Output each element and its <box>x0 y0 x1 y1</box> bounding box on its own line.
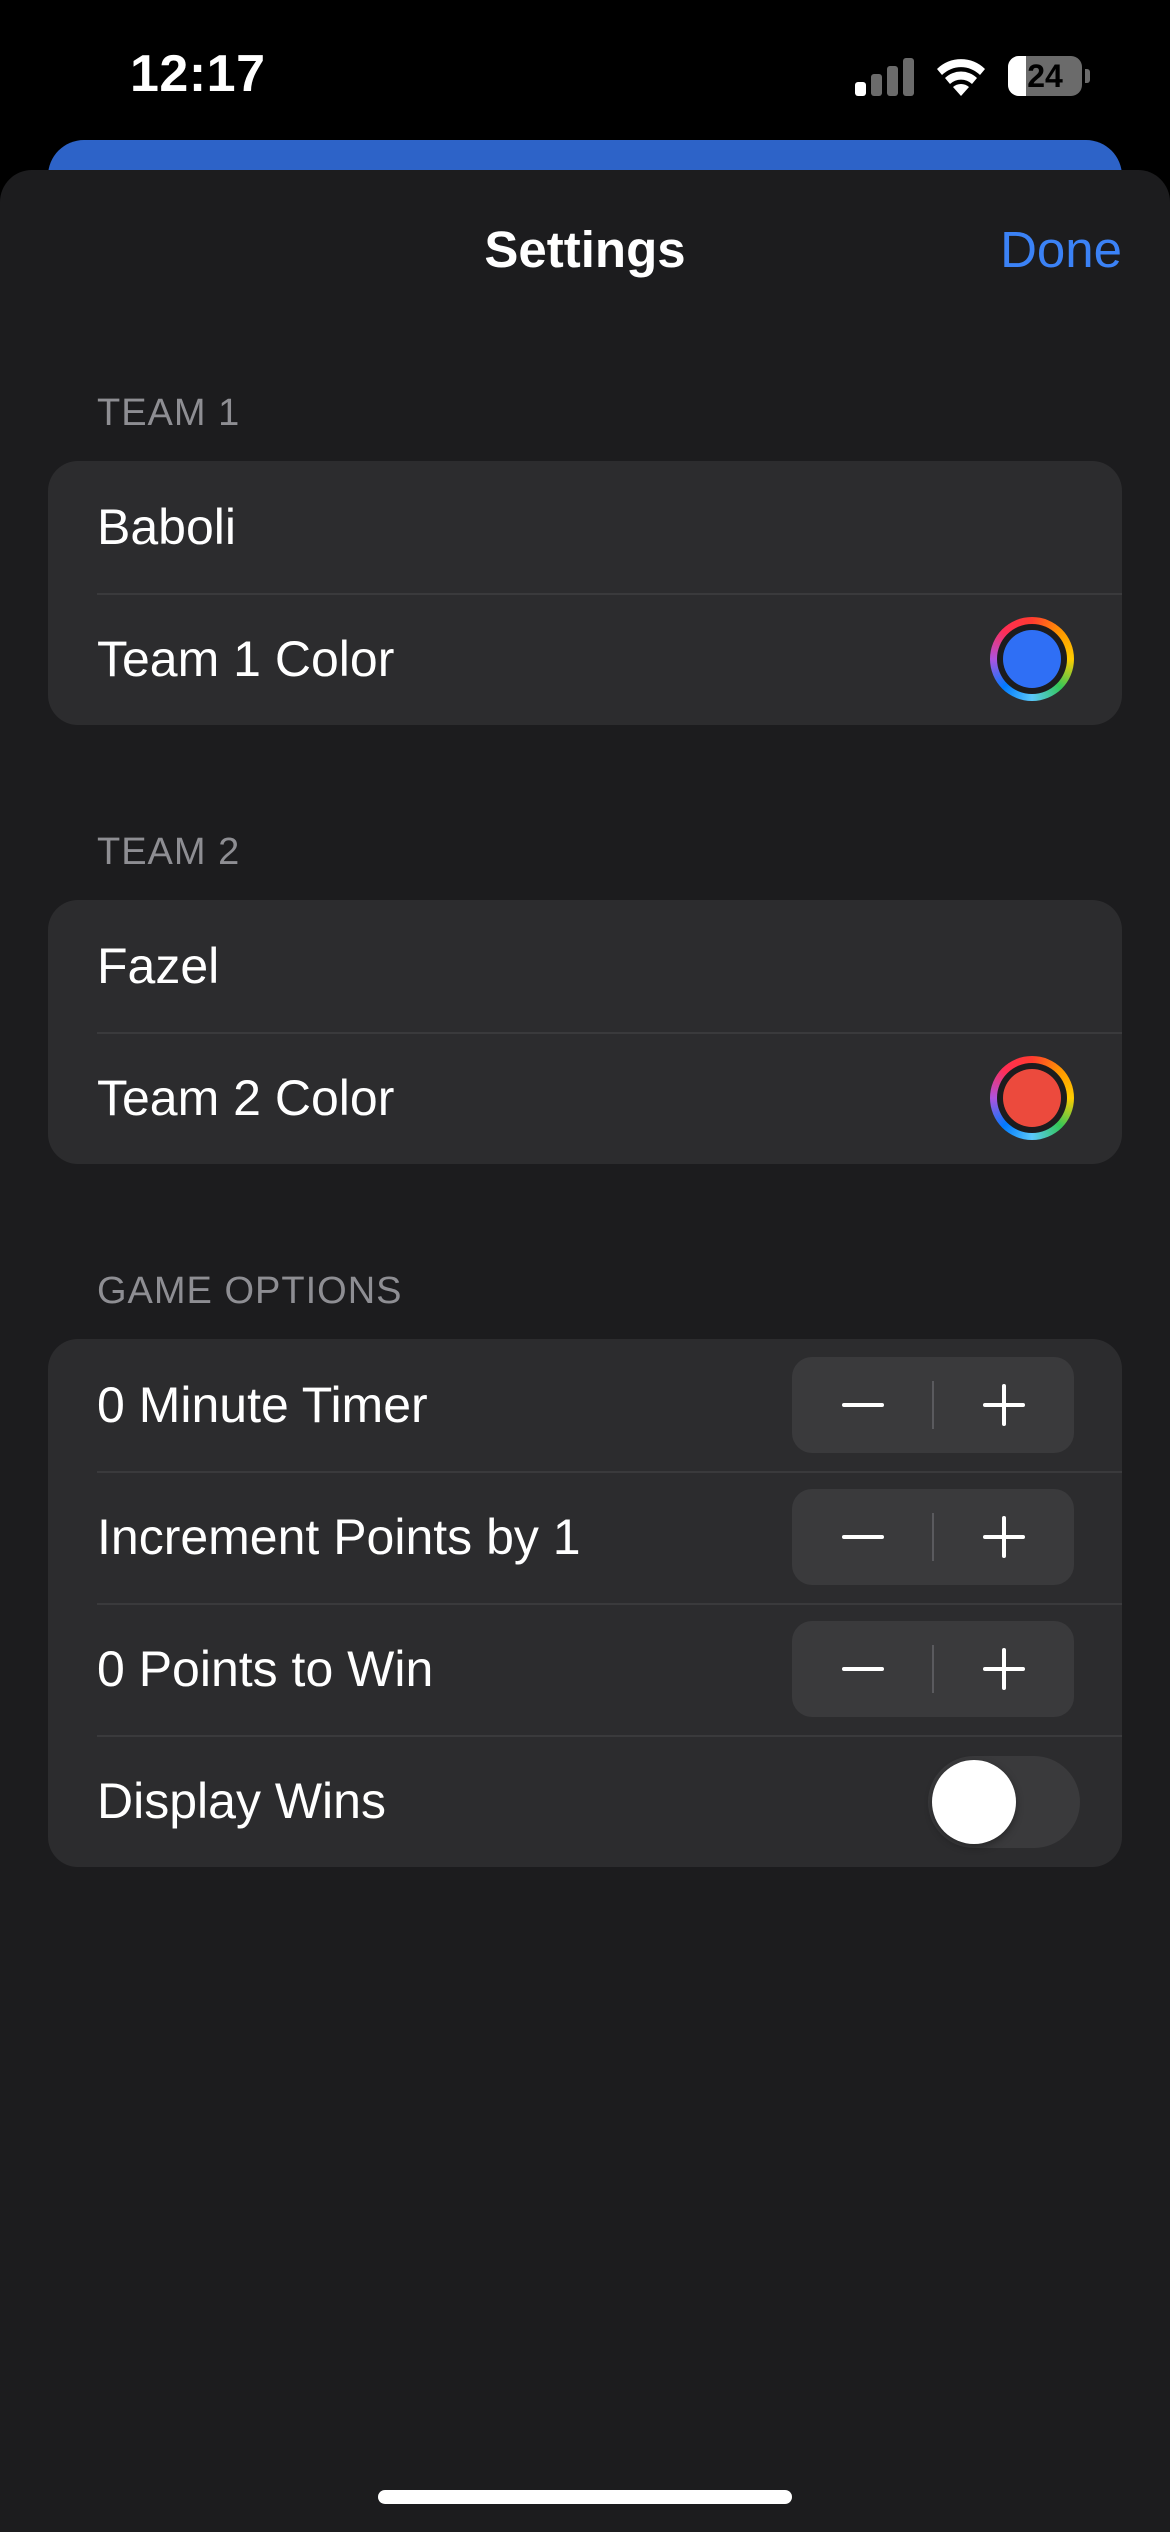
timer-decrement-button[interactable] <box>792 1357 933 1453</box>
timer-increment-button[interactable] <box>933 1357 1074 1453</box>
battery-level: 24 <box>1027 58 1063 94</box>
minus-icon <box>841 1667 884 1671</box>
points-to-win-label: 0 Points to Win <box>97 1641 434 1697</box>
team-2-color-swatch <box>1003 1069 1061 1127</box>
done-button[interactable]: Done <box>1000 220 1122 279</box>
team-2-name-field[interactable]: Fazel <box>97 900 219 1032</box>
display-wins-row: Display Wins <box>48 1735 1122 1867</box>
minus-icon <box>841 1403 884 1407</box>
screen: 12:17 24 Settings Done TEAM 1 Baboli Tea… <box>0 0 1170 2532</box>
team-1-name-row[interactable]: Baboli <box>48 461 1122 593</box>
timer-stepper[interactable] <box>792 1357 1074 1453</box>
wifi-icon <box>937 59 985 96</box>
increment-increment-button[interactable] <box>933 1489 1074 1585</box>
team-1-color-row: Team 1 Color <box>48 593 1122 725</box>
plus-icon <box>982 1384 1025 1426</box>
battery-icon: 24 <box>1008 56 1090 96</box>
team-2-color-row: Team 2 Color <box>48 1032 1122 1164</box>
timer-row: 0 Minute Timer <box>48 1339 1122 1471</box>
increment-decrement-button[interactable] <box>792 1489 933 1585</box>
team-2-group: Fazel Team 2 Color <box>48 900 1122 1164</box>
increment-stepper[interactable] <box>792 1489 1074 1585</box>
section-header-team-2: TEAM 2 <box>97 831 241 873</box>
points-to-win-increment-button[interactable] <box>933 1621 1074 1717</box>
display-wins-toggle[interactable] <box>928 1756 1080 1848</box>
team-1-color-swatch <box>1003 630 1061 688</box>
team-1-name-field[interactable]: Baboli <box>97 461 236 593</box>
status-bar: 12:17 24 <box>0 0 1170 140</box>
game-options-group: 0 Minute Timer Increment Points by 1 0 P… <box>48 1339 1122 1867</box>
team-1-color-picker[interactable] <box>990 617 1074 701</box>
page-title: Settings <box>484 221 686 278</box>
team-1-color-label: Team 1 Color <box>97 631 395 687</box>
plus-icon <box>982 1516 1025 1558</box>
points-to-win-row: 0 Points to Win <box>48 1603 1122 1735</box>
plus-icon <box>982 1648 1025 1690</box>
increment-label: Increment Points by 1 <box>97 1509 581 1565</box>
timer-label: 0 Minute Timer <box>97 1377 428 1433</box>
team-1-group: Baboli Team 1 Color <box>48 461 1122 725</box>
home-indicator[interactable] <box>378 2490 792 2504</box>
team-2-color-picker[interactable] <box>990 1056 1074 1140</box>
team-2-color-label: Team 2 Color <box>97 1070 395 1126</box>
points-to-win-decrement-button[interactable] <box>792 1621 933 1717</box>
increment-row: Increment Points by 1 <box>48 1471 1122 1603</box>
points-to-win-stepper[interactable] <box>792 1621 1074 1717</box>
status-time: 12:17 <box>130 45 266 103</box>
toggle-knob <box>932 1760 1016 1844</box>
team-2-name-row[interactable]: Fazel <box>48 900 1122 1032</box>
settings-sheet: Settings Done TEAM 1 Baboli Team 1 Color… <box>0 170 1170 2532</box>
section-header-game-options: GAME OPTIONS <box>97 1270 403 1312</box>
cellular-signal-icon <box>855 56 915 96</box>
minus-icon <box>841 1535 884 1539</box>
section-header-team-1: TEAM 1 <box>97 392 241 434</box>
display-wins-label: Display Wins <box>97 1773 386 1829</box>
